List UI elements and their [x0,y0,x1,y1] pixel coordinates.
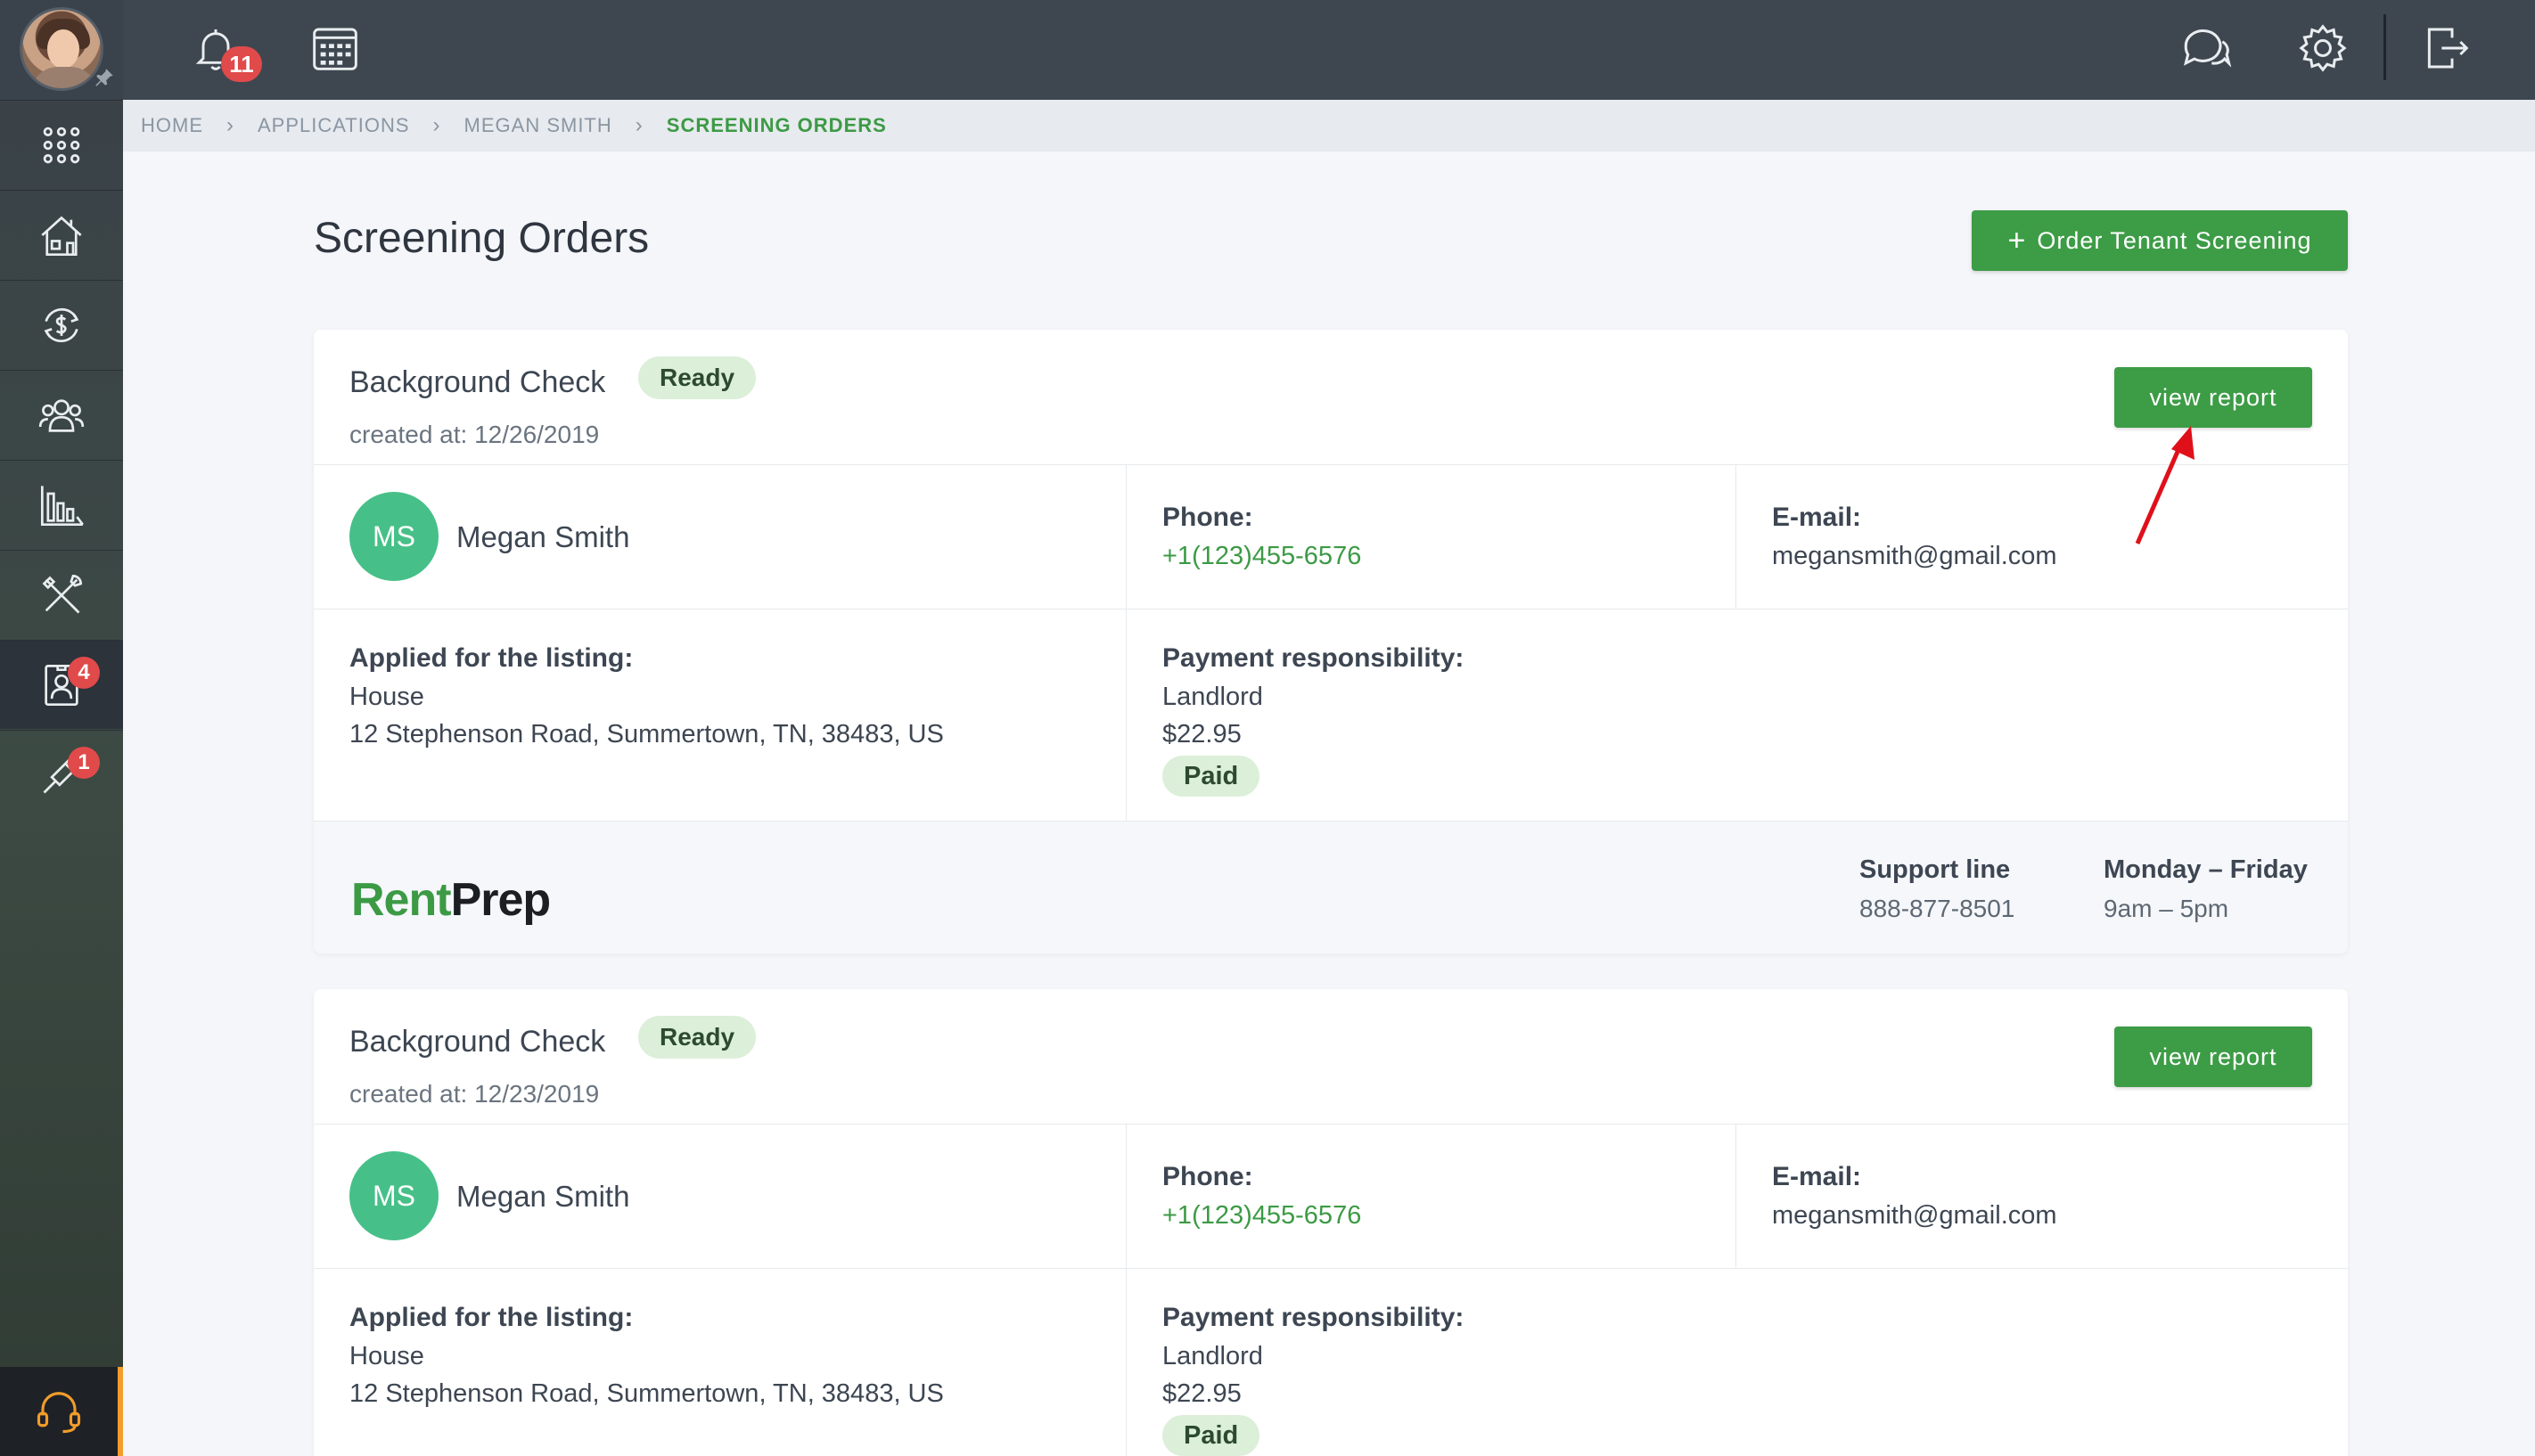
logout-icon [2427,28,2469,69]
chevron-right-icon: › [226,113,234,137]
calendar-button[interactable] [308,21,362,75]
breadcrumb-applicant[interactable]: MEGAN SMITH [464,114,612,137]
listing-row: Applied for the listing: House 12 Stephe… [314,1269,2348,1456]
listing-label: Applied for the listing: [349,1303,634,1332]
breadcrumb-current: SCREENING ORDERS [666,114,887,136]
sidebar-item-applications[interactable]: 4 [0,640,123,729]
listing-type: House [349,683,424,711]
annotation-arrow [2135,426,2195,544]
email-label: E-mail: [1772,1162,1862,1191]
payment-label: Payment responsibility: [1162,643,1464,673]
breadcrumb-home[interactable]: HOME [141,114,203,137]
applicant-name: Megan Smith [456,520,630,553]
hours-label: Monday – Friday [2104,855,2308,884]
applicant-initials-avatar: MS [349,1151,439,1240]
payer-value: Landlord [1162,1342,1263,1370]
card-header: Background Check Ready created at: 12/26… [314,330,2348,465]
support-line-label: Support line [1859,855,2011,884]
chevron-right-icon: › [432,113,441,137]
payment-status-badge: Paid [1162,756,1260,797]
view-report-button[interactable]: view report [2114,1027,2312,1087]
order-button-label: Order Tenant Screening [2037,226,2312,254]
order-tenant-screening-button[interactable]: + Order Tenant Screening [1972,210,2348,271]
listing-label: Applied for the listing: [349,643,634,673]
support-button[interactable] [0,1367,123,1456]
provider-footer: RentPrep Support line 888-877-8501 Monda… [314,822,2348,953]
logout-button[interactable] [2419,21,2473,75]
created-date: created at: 12/23/2019 [349,1080,600,1108]
screening-order-card: Background Check Ready created at: 12/23… [314,989,2348,1456]
applications-badge: 4 [68,657,100,689]
sidebar-item-accounting[interactable] [0,280,123,369]
chat-icon [2183,29,2231,68]
phone-label: Phone: [1162,503,1253,532]
created-date: created at: 12/26/2019 [349,421,600,448]
tools-badge: 1 [68,747,100,779]
amount-value: $22.95 [1162,1379,1242,1408]
sidebar-item-properties[interactable] [0,190,123,279]
people-icon [38,398,85,432]
pin-icon[interactable] [93,66,116,89]
phone-link[interactable]: +1(123)455-6576 [1162,542,1361,571]
sidebar-item-people[interactable] [0,370,123,459]
order-title: Background Check [349,365,606,399]
top-bar: 11 [123,0,2535,100]
screening-order-card: Background Check Ready created at: 12/26… [314,330,2348,953]
notifications-badge: 11 [221,46,262,82]
messages-button[interactable] [2178,21,2232,75]
topbar-divider [2383,14,2386,80]
headset-icon [37,1392,81,1434]
maintenance-icon [42,574,83,613]
page-title: Screening Orders [314,215,650,262]
sidebar: 4 1 [0,0,123,1456]
status-badge: Ready [638,1016,757,1059]
applicant-row: MS Megan Smith Phone: +1(123)455-6576 E-… [314,465,2348,609]
apps-grid-icon [43,127,80,163]
email-label: E-mail: [1772,503,1862,532]
payment-status-badge: Paid [1162,1415,1260,1456]
applicant-name: Megan Smith [456,1180,630,1213]
listing-type: House [349,1342,424,1370]
amount-value: $22.95 [1162,720,1242,748]
sidebar-item-reports[interactable] [0,460,123,549]
phone-link[interactable]: +1(123)455-6576 [1162,1201,1361,1231]
calendar-icon [313,28,357,70]
settings-button[interactable] [2296,21,2350,75]
reports-icon [40,485,84,526]
chevron-right-icon: › [635,113,644,137]
properties-icon [41,216,82,256]
phone-label: Phone: [1162,1162,1253,1191]
listing-address: 12 Stephenson Road, Summertown, TN, 3848… [349,1379,944,1408]
listing-address: 12 Stephenson Road, Summertown, TN, 3848… [349,720,944,748]
accounting-icon [44,307,79,342]
support-phone: 888-877-8501 [1859,895,2015,922]
payer-value: Landlord [1162,683,1263,711]
applicant-row: MS Megan Smith Phone: +1(123)455-6576 E-… [314,1125,2348,1269]
status-badge: Ready [638,356,757,399]
avatar[interactable] [20,7,103,91]
payment-label: Payment responsibility: [1162,1303,1464,1332]
breadcrumb-applications[interactable]: APPLICATIONS [258,114,410,137]
email-value: megansmith@gmail.com [1772,542,2057,570]
breadcrumb: HOME › APPLICATIONS › MEGAN SMITH › SCRE… [123,100,2535,151]
hours-value: 9am – 5pm [2104,895,2229,922]
card-header: Background Check Ready created at: 12/23… [314,989,2348,1125]
listing-row: Applied for the listing: House 12 Stephe… [314,609,2348,822]
sidebar-item-tools[interactable]: 1 [0,730,123,819]
applicant-initials-avatar: MS [349,492,439,581]
sidebar-item-maintenance[interactable] [0,550,123,639]
rentprep-logo: RentPrep [351,874,551,926]
sidebar-item-apps[interactable] [0,100,123,189]
email-value: megansmith@gmail.com [1772,1201,2057,1230]
gear-icon [2299,24,2347,72]
plus-icon: + [2007,224,2027,258]
order-title: Background Check [349,1025,606,1059]
